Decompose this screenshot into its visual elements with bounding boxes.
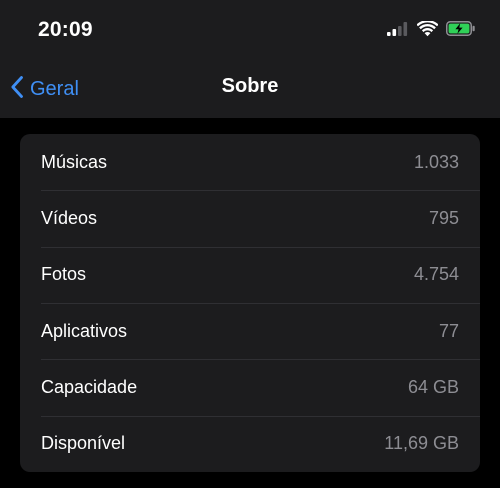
wifi-icon bbox=[416, 19, 439, 42]
list-item-value: 77 bbox=[438, 320, 459, 341]
list-item-aplicativos: Aplicativos 77 bbox=[20, 302, 480, 359]
list-item-disponivel: Disponível 11,69 GB bbox=[20, 415, 480, 472]
list-item-label: Músicas bbox=[41, 151, 108, 172]
list-item-value: 795 bbox=[428, 207, 459, 228]
list-item-value: 64 GB bbox=[407, 376, 459, 397]
list-item-label: Disponível bbox=[41, 433, 126, 454]
list-item-label: Aplicativos bbox=[41, 320, 128, 341]
about-info-list: Músicas 1.033 Vídeos 795 Fotos 4.754 Apl… bbox=[20, 134, 480, 472]
list-item-musicas: Músicas 1.033 bbox=[20, 134, 480, 190]
list-item-value: 4.754 bbox=[413, 264, 459, 285]
status-bar: 20:09 bbox=[0, 0, 500, 62]
list-item-label: Vídeos bbox=[41, 207, 98, 228]
list-item-videos: Vídeos 795 bbox=[20, 190, 480, 246]
list-item-value: 11,69 GB bbox=[384, 433, 459, 454]
list-item-label: Capacidade bbox=[41, 376, 138, 397]
list-item-fotos: Fotos 4.754 bbox=[20, 246, 480, 303]
status-time: 20:09 bbox=[38, 18, 93, 41]
list-item-capacidade: Capacidade 64 GB bbox=[20, 359, 480, 415]
battery-charging-icon bbox=[446, 21, 476, 41]
navigation-bar: Geral Sobre bbox=[0, 62, 500, 116]
cellular-signal-icon bbox=[387, 21, 409, 41]
status-icons bbox=[387, 19, 476, 42]
list-item-label: Fotos bbox=[41, 264, 87, 285]
page-title: Sobre bbox=[221, 75, 279, 97]
list-item-value: 1.033 bbox=[413, 151, 459, 172]
